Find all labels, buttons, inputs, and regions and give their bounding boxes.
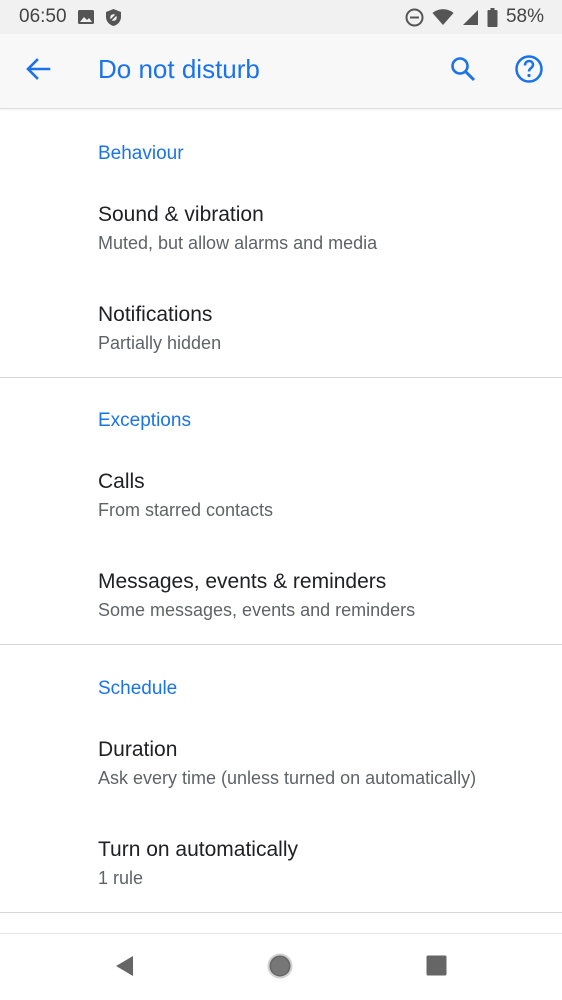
- setting-title: Turn on automatically: [98, 838, 298, 861]
- page-title: Do not disturb: [98, 54, 260, 84]
- recents-square-icon: [426, 955, 447, 981]
- setting-title: Duration: [98, 738, 178, 761]
- setting-notifications[interactable]: Notifications Partially hidden: [0, 303, 562, 395]
- home-circle-icon: [267, 953, 293, 984]
- setting-duration[interactable]: Duration Ask every time (unless turned o…: [0, 738, 562, 830]
- battery-icon: [487, 7, 498, 27]
- setting-summary: 1 rule: [98, 868, 144, 888]
- setting-summary: Partially hidden: [98, 333, 222, 353]
- help-icon: [514, 54, 544, 89]
- section-header-schedule: Schedule: [98, 678, 178, 699]
- back-button[interactable]: [20, 53, 56, 89]
- setting-title: Calls: [98, 470, 145, 493]
- back-triangle-icon: [114, 955, 134, 982]
- back-arrow-icon: [25, 57, 51, 86]
- section-header-behaviour: Behaviour: [98, 143, 184, 164]
- setting-calls[interactable]: Calls From starred contacts: [0, 470, 562, 562]
- section-divider: [0, 377, 562, 378]
- status-bar: 06:50 58%: [0, 0, 562, 34]
- nav-home-button[interactable]: [262, 950, 298, 986]
- setting-title: Sound & vibration: [98, 203, 264, 226]
- setting-messages-events-reminders[interactable]: Messages, events & reminders Some messag…: [0, 570, 562, 662]
- navigation-bar: [0, 933, 562, 1000]
- shield-icon: [105, 8, 122, 27]
- setting-summary: Ask every time (unless turned on automat…: [98, 768, 477, 788]
- setting-turn-on-automatically[interactable]: Turn on automatically 1 rule: [0, 838, 562, 930]
- status-time: 06:50: [19, 6, 67, 27]
- section-divider: [0, 644, 562, 645]
- setting-title: Notifications: [98, 303, 213, 326]
- app-bar: Do not disturb: [0, 34, 562, 109]
- battery-percent: 58%: [505, 6, 544, 27]
- section-header-exceptions: Exceptions: [98, 410, 191, 431]
- setting-title: Messages, events & reminders: [98, 570, 387, 593]
- search-icon: [450, 56, 476, 87]
- help-button[interactable]: [510, 52, 548, 90]
- setting-sound-vibration[interactable]: Sound & vibration Muted, but allow alarm…: [0, 203, 562, 295]
- wifi-icon: [432, 8, 454, 26]
- setting-summary: Some messages, events and reminders: [98, 600, 416, 620]
- signal-icon: [462, 9, 479, 26]
- setting-summary: From starred contacts: [98, 500, 274, 520]
- dnd-icon: [405, 8, 424, 27]
- image-icon: [77, 9, 95, 25]
- section-divider: [0, 912, 562, 913]
- nav-recents-button[interactable]: [418, 950, 454, 986]
- nav-back-button[interactable]: [106, 950, 142, 986]
- setting-summary: Muted, but allow alarms and media: [98, 233, 378, 253]
- search-button[interactable]: [444, 52, 482, 90]
